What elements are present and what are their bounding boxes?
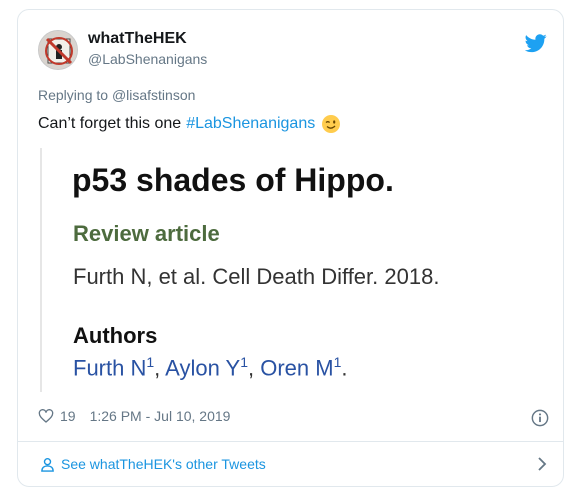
hashtag-link[interactable]: #LabShenanigans [186, 115, 315, 133]
article-image[interactable]: p53 shades of Hippo. Review article Furt… [40, 148, 482, 392]
author-name: Furth N [73, 355, 147, 381]
divider [18, 441, 563, 442]
replying-prefix: Replying to [38, 87, 109, 103]
author-name: Aylon Y [165, 355, 241, 381]
tweet-text: Can’t forget this one #LabShenanigans [38, 114, 341, 134]
replying-to-link[interactable]: @lisafstinson [112, 87, 195, 103]
replying-to-line: Replying to @lisafstinson [38, 87, 195, 103]
avatar[interactable] [38, 30, 78, 70]
twitter-bird-icon[interactable] [525, 32, 547, 54]
tweet-body: Can’t forget this one [38, 115, 182, 132]
like-count[interactable]: 19 [60, 408, 76, 424]
other-tweets-label[interactable]: See whatTheHEK's other Tweets [61, 456, 266, 472]
avatar-image [39, 31, 77, 69]
author-affiliation: 1 [240, 354, 248, 370]
author-separator: , [248, 355, 261, 381]
authors-list: Furth N1, Aylon Y1, Oren M1. [73, 354, 348, 381]
heart-icon[interactable] [38, 408, 54, 424]
article-title: p53 shades of Hippo. [72, 162, 394, 198]
author-separator: . [341, 355, 348, 381]
user-handle[interactable]: @LabShenanigans [88, 51, 207, 67]
authors-heading: Authors [73, 323, 158, 348]
author-name: Oren M [260, 355, 334, 381]
author-separator: , [154, 355, 166, 381]
person-icon [41, 457, 54, 472]
winking-face-icon [322, 115, 341, 133]
tweet-card: whatTheHEK @LabShenanigans Replying to @… [17, 9, 564, 487]
display-name[interactable]: whatTheHEK [88, 30, 187, 48]
article-type: Review article [73, 221, 220, 246]
chevron-right-icon[interactable] [535, 456, 549, 472]
info-icon[interactable] [531, 409, 549, 427]
other-tweets-link[interactable]: See whatTheHEK's other Tweets [40, 456, 266, 472]
author-affiliation: 1 [146, 354, 155, 370]
article-citation: Furth N, et al. Cell Death Differ. 2018. [73, 264, 440, 289]
timestamp[interactable]: 1:26 PM - Jul 10, 2019 [90, 408, 231, 424]
tweet-meta: 19 1:26 PM - Jul 10, 2019 [38, 408, 230, 424]
